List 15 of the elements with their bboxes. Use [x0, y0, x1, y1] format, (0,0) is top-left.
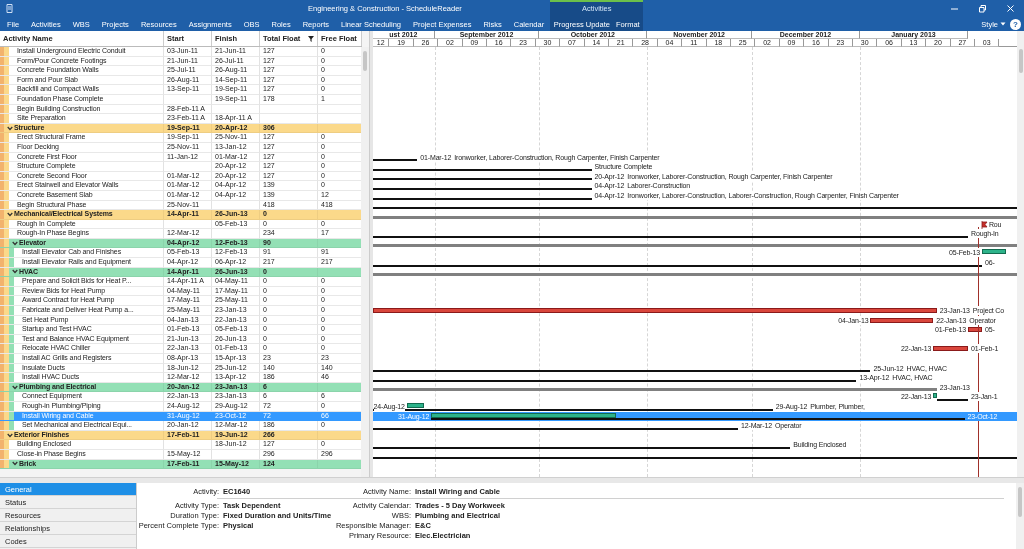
caret-icon[interactable]	[1000, 22, 1006, 26]
chevron-icon[interactable]	[7, 125, 13, 131]
chevron-icon[interactable]	[12, 269, 18, 275]
app-icon	[6, 4, 13, 13]
scrollbar[interactable]	[1016, 483, 1024, 549]
chevron-icon[interactable]	[12, 461, 18, 467]
chevron-icon[interactable]	[12, 384, 18, 390]
restore-icon[interactable]	[978, 4, 987, 13]
chevron-icon[interactable]	[7, 211, 13, 217]
close-icon[interactable]	[1006, 4, 1015, 13]
scrollbar[interactable]	[361, 47, 369, 477]
scrollbar[interactable]	[1017, 31, 1024, 477]
help-button[interactable]: ?	[1010, 18, 1021, 30]
chevron-icon[interactable]	[7, 432, 13, 438]
chevron-icon[interactable]	[12, 240, 18, 246]
